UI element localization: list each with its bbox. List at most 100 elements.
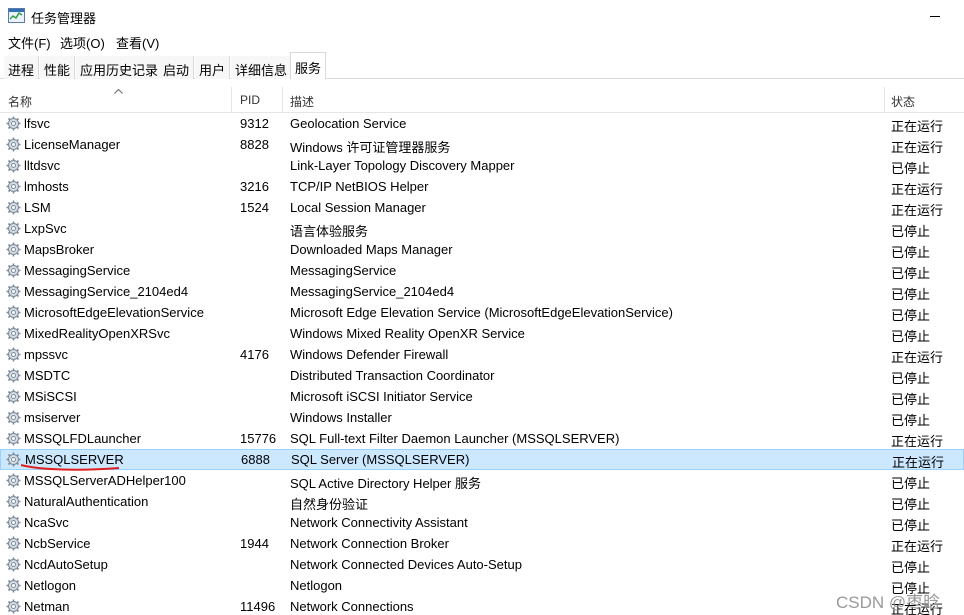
service-name: MSSQLFDLauncher	[24, 431, 142, 446]
gear-icon	[6, 389, 21, 404]
service-pid: 6888	[241, 452, 270, 467]
gear-icon	[6, 221, 21, 236]
service-status: 已停止	[891, 392, 931, 407]
service-description: Windows 许可证管理器服务	[290, 140, 451, 155]
service-status: 已停止	[891, 560, 931, 575]
gear-icon	[6, 326, 21, 341]
table-row[interactable]: Netman 11496 Network Connections 正在运行	[0, 596, 964, 615]
service-status: 正在运行	[892, 455, 945, 470]
service-name: MSDTC	[24, 368, 71, 383]
table-row[interactable]: MicrosoftEdgeElevationService Microsoft E…	[0, 302, 964, 323]
gear-icon	[6, 179, 21, 194]
table-row[interactable]: lmhosts 3216 TCP/IP NetBIOS Helper 正在运行	[0, 176, 964, 197]
table-row[interactable]: MSDTC Distributed Transaction Coordinator…	[0, 365, 964, 386]
table-row[interactable]: LicenseManager 8828 Windows 许可证管理器服务 正在运行	[0, 134, 964, 155]
table-row[interactable]: msiserver Windows Installer 已停止	[0, 407, 964, 428]
service-description: SQL Active Directory Helper 服务	[290, 476, 481, 491]
service-name: MessagingService_2104ed4	[24, 284, 189, 299]
tab-details[interactable]: 详细信息	[231, 56, 293, 79]
service-description: Distributed Transaction Coordinator	[290, 368, 495, 383]
table-row[interactable]: lltdsvc Link-Layer Topology Discovery Map…	[0, 155, 964, 176]
menu-file[interactable]: 文件(F)	[8, 33, 51, 52]
column-description-header[interactable]: 描述	[290, 87, 314, 113]
gear-icon	[6, 536, 21, 551]
service-description: TCP/IP NetBIOS Helper	[290, 179, 429, 194]
minimize-button[interactable]	[922, 7, 952, 25]
gear-icon	[6, 578, 21, 593]
gear-icon	[6, 305, 21, 320]
table-row[interactable]: MSSQLFDLauncher 15776 SQL Full-text Filter…	[0, 428, 964, 449]
table-row-selected[interactable]: MSSQLSERVER 6888 SQL Server (MSSQLSERVER) 正…	[0, 449, 964, 470]
service-status: 正在运行	[891, 182, 944, 197]
service-status: 已停止	[891, 287, 931, 302]
gear-icon	[6, 452, 21, 467]
service-name: NaturalAuthentication	[24, 494, 149, 509]
service-description: Local Session Manager	[290, 200, 426, 215]
service-status: 已停止	[891, 518, 931, 533]
table-row[interactable]: LSM 1524 Local Session Manager 正在运行	[0, 197, 964, 218]
table-row[interactable]: NcaSvc Network Connectivity Assistant 已停止	[0, 512, 964, 533]
gear-icon	[6, 368, 21, 383]
table-row[interactable]: MSSQLServerADHelper100 SQL Active Directo…	[0, 470, 964, 491]
table-row[interactable]: LxpSvc 语言体验服务 已停止	[0, 218, 964, 239]
table-row[interactable]: MessagingService_2104ed4 MessagingService…	[0, 281, 964, 302]
service-description: Link-Layer Topology Discovery Mapper	[290, 158, 515, 173]
service-description: Microsoft Edge Elevation Service (Micros…	[290, 305, 673, 320]
gear-icon	[6, 515, 21, 530]
menu-view[interactable]: 查看(V)	[116, 33, 159, 52]
service-description: Microsoft iSCSI Initiator Service	[290, 389, 473, 404]
service-pid: 1944	[240, 536, 269, 551]
service-description: Netlogon	[290, 578, 343, 593]
table-row[interactable]: mpssvc 4176 Windows Defender Firewall 正在运行	[0, 344, 964, 365]
column-name-header[interactable]: 名称	[8, 87, 32, 113]
service-description: MessagingService_2104ed4	[290, 284, 455, 299]
service-name: Netman	[24, 599, 70, 614]
gear-icon	[6, 557, 21, 572]
column-divider[interactable]	[884, 87, 885, 113]
table-row[interactable]: MessagingService MessagingService 已停止	[0, 260, 964, 281]
column-status-header[interactable]: 状态	[891, 87, 915, 113]
tab-users[interactable]: 用户	[195, 56, 231, 79]
service-pid: 4176	[240, 347, 269, 362]
table-row[interactable]: NcdAutoSetup Network Connected Devices Au…	[0, 554, 964, 575]
service-description: Network Connection Broker	[290, 536, 449, 551]
service-name: MessagingService	[24, 263, 131, 278]
service-pid: 3216	[240, 179, 269, 194]
service-status: 已停止	[891, 371, 931, 386]
service-pid: 8828	[240, 137, 269, 152]
table-row[interactable]: MSiSCSI Microsoft iSCSI Initiator Service…	[0, 386, 964, 407]
service-pid: 1524	[240, 200, 269, 215]
column-pid-header[interactable]: PID	[240, 87, 260, 113]
service-name: LxpSvc	[24, 221, 67, 236]
service-status: 已停止	[891, 329, 931, 344]
table-row[interactable]: MapsBroker Downloaded Maps Manager 已停止	[0, 239, 964, 260]
tab-processes[interactable]: 进程	[4, 56, 40, 79]
table-row[interactable]: Netlogon Netlogon 已停止	[0, 575, 964, 596]
service-status: 已停止	[891, 476, 931, 491]
tab-startup[interactable]: 启动	[159, 56, 195, 79]
menu-options[interactable]: 选项(O)	[60, 33, 105, 52]
window-title: 任务管理器	[31, 11, 97, 26]
watermark: CSDN @枣晗	[836, 593, 941, 612]
service-status: 已停止	[891, 413, 931, 428]
gear-icon	[6, 158, 21, 173]
service-name: LSM	[24, 200, 51, 215]
table-row[interactable]: MixedRealityOpenXRSvc Windows Mixed Reali…	[0, 323, 964, 344]
tab-app-history[interactable]: 应用历史记录	[76, 56, 164, 79]
column-divider[interactable]	[231, 87, 232, 113]
table-row[interactable]: lfsvc 9312 Geolocation Service 正在运行	[0, 113, 964, 134]
service-name: NcaSvc	[24, 515, 69, 530]
tab-performance[interactable]: 性能	[40, 56, 76, 79]
services-list: lfsvc 9312 Geolocation Service 正在运行 LicenseM…	[0, 113, 964, 615]
service-status: 正在运行	[891, 140, 944, 155]
service-description: Downloaded Maps Manager	[290, 242, 453, 257]
service-description: Network Connected Devices Auto-Setup	[290, 557, 522, 572]
tab-services[interactable]: 服务	[290, 52, 327, 80]
service-pid: 15776	[240, 431, 277, 446]
gear-icon	[6, 410, 21, 425]
table-row[interactable]: NaturalAuthentication 自然身份验证 已停止	[0, 491, 964, 512]
service-status: 正在运行	[891, 350, 944, 365]
service-description: Network Connections	[290, 599, 414, 614]
column-divider[interactable]	[282, 87, 283, 113]
table-row[interactable]: NcbService 1944 Network Connection Broker 正…	[0, 533, 964, 554]
